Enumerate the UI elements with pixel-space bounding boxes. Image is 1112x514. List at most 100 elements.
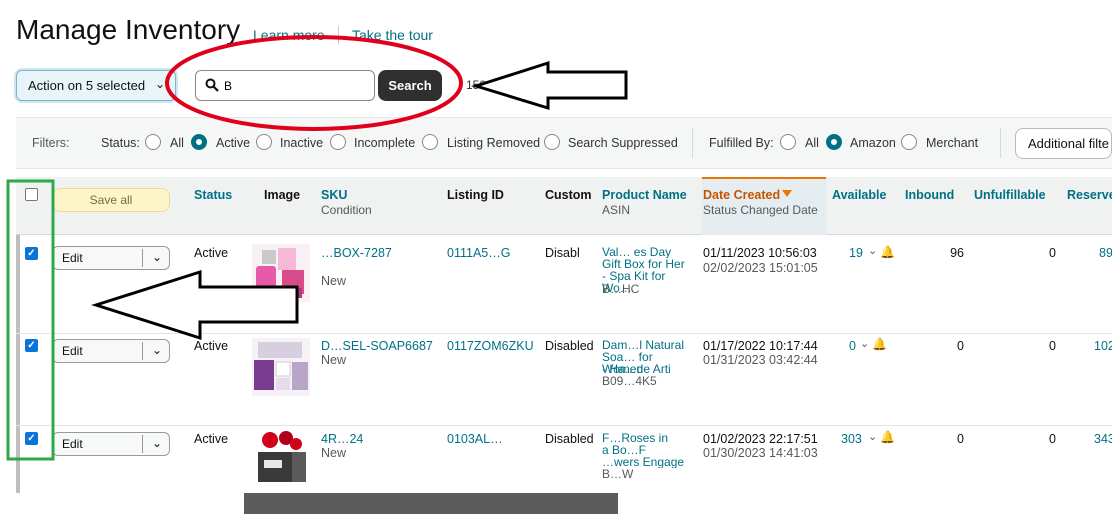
edit-divider (142, 342, 143, 360)
row-date-created: 01/17/2022 10:17:44 (703, 339, 818, 353)
row-divider (16, 333, 1112, 334)
edit-button[interactable]: Edit ⌄ (52, 339, 170, 363)
header-date-created[interactable]: Date Created (703, 188, 780, 202)
row-product-name-line2[interactable]: a Bo…F (602, 444, 694, 456)
status-radio-incomplete[interactable] (330, 134, 346, 150)
row-listing-id[interactable]: 0103AL… (447, 432, 503, 446)
bell-icon: 🔔 (880, 245, 895, 259)
edit-button[interactable]: Edit ⌄ (52, 246, 170, 270)
row-asin: B…W (602, 468, 634, 480)
row-reserved[interactable]: 89 (1099, 246, 1112, 260)
header-sku[interactable]: SKU (321, 188, 347, 202)
row-available[interactable]: 0 (849, 339, 856, 353)
status-option-search-suppressed[interactable]: Search Suppressed (568, 136, 678, 150)
chevron-down-icon[interactable]: ⌄ (152, 250, 162, 264)
row-checkbox[interactable]: ✓ (25, 339, 38, 352)
row-custom: Disabled (545, 432, 594, 446)
header-reserved[interactable]: Reserved (1067, 188, 1112, 202)
search-field[interactable] (195, 70, 375, 101)
status-option-all[interactable]: All (170, 136, 184, 150)
bulk-action-dropdown[interactable]: Action on 5 selected ⌄ (16, 70, 176, 101)
filters-label: Filters: (32, 136, 70, 150)
header-listing-id: Listing ID (447, 188, 504, 202)
filter-divider (1000, 128, 1001, 158)
row-product-name-line1[interactable]: Val… es Day (602, 246, 694, 258)
header-image: Image (264, 188, 301, 202)
row-sku[interactable]: …BOX-7287 (321, 246, 392, 260)
chevron-down-icon[interactable]: ⌄ (868, 244, 877, 257)
row-product-name-line1[interactable]: F…Roses in (602, 432, 694, 444)
row-product-name-line1[interactable]: Dam…l Natural (602, 339, 694, 351)
fulfilled-radio-all[interactable] (780, 134, 796, 150)
header-condition: Condition (321, 203, 372, 217)
row-unfulfillable: 0 (1049, 432, 1056, 446)
product-image[interactable] (252, 430, 310, 488)
status-radio-search-suppressed[interactable] (544, 134, 560, 150)
chevron-down-icon[interactable]: ⌄ (868, 430, 877, 443)
chevron-down-icon[interactable]: ⌄ (152, 343, 162, 357)
chevron-down-icon: ⌄ (154, 77, 165, 91)
fulfilled-option-merchant[interactable]: Merchant (926, 136, 978, 150)
search-button[interactable]: Search (378, 70, 442, 101)
chevron-down-icon[interactable]: ⌄ (152, 436, 162, 450)
filter-divider (692, 128, 693, 158)
bottom-overlay-bar (244, 493, 618, 514)
edit-label: Edit (62, 251, 83, 265)
edit-button[interactable]: Edit ⌄ (52, 432, 170, 456)
status-radio-active[interactable] (191, 134, 207, 150)
search-input[interactable] (224, 78, 284, 93)
save-all-button[interactable]: Save all (52, 188, 170, 212)
take-tour-link[interactable]: Take the tour (352, 27, 433, 43)
row-condition: New (321, 274, 347, 288)
row-sku[interactable]: 4R…24 (321, 432, 363, 446)
status-radio-listing-removed[interactable] (422, 134, 438, 150)
fulfilled-option-all[interactable]: All (805, 136, 819, 150)
bell-icon: 🔔 (880, 430, 895, 444)
product-image[interactable] (252, 244, 310, 302)
row-product-name-line3[interactable]: - Ha…de Arti (602, 363, 694, 375)
additional-filters-button[interactable]: Additional filte (1015, 128, 1112, 159)
fulfilled-option-amazon[interactable]: Amazon (850, 136, 896, 150)
status-option-listing-removed[interactable]: Listing Removed (447, 136, 540, 150)
header-status[interactable]: Status (194, 188, 232, 202)
chevron-down-icon[interactable]: ⌄ (860, 337, 869, 350)
sort-desc-icon[interactable] (782, 190, 792, 197)
learn-more-link[interactable]: Learn more (253, 27, 325, 43)
row-available[interactable]: 303 (841, 432, 862, 446)
row-sku[interactable]: D…SEL-SOAP6687 (321, 339, 433, 353)
row-available[interactable]: 19 (849, 246, 863, 260)
header-inbound[interactable]: Inbound (905, 188, 954, 202)
edit-divider (142, 249, 143, 267)
row-inbound: 0 (957, 432, 964, 446)
select-all-checkbox[interactable] (25, 188, 38, 201)
row-product-name-line2[interactable]: Gift Box for Her (602, 258, 694, 270)
row-inbound: 0 (957, 339, 964, 353)
bulk-action-label: Action on 5 selected (28, 78, 146, 93)
fulfilled-radio-amazon[interactable] (826, 134, 842, 150)
row-date-created: 01/11/2023 10:56:03 (703, 246, 817, 260)
row-reserved[interactable]: 102 (1094, 339, 1112, 353)
row-asin: B…HC (602, 283, 640, 295)
row-product-name-line3[interactable]: …wers Engage (602, 456, 694, 468)
row-date-changed: 02/02/2023 15:01:05 (703, 261, 818, 275)
product-image[interactable] (252, 338, 310, 396)
row-checkbox[interactable]: ✓ (25, 247, 38, 260)
status-option-incomplete[interactable]: Incomplete (354, 136, 415, 150)
status-option-active[interactable]: Active (216, 136, 250, 150)
row-listing-id[interactable]: 0117ZOM6ZKU (447, 339, 534, 353)
row-reserved[interactable]: 343 (1094, 432, 1112, 446)
fulfilled-radio-merchant[interactable] (901, 134, 917, 150)
row-divider (16, 425, 1112, 426)
status-option-inactive[interactable]: Inactive (280, 136, 323, 150)
row-status: Active (194, 339, 229, 353)
status-radio-inactive[interactable] (256, 134, 272, 150)
row-unfulfillable: 0 (1049, 339, 1056, 353)
row-inbound: 96 (950, 246, 964, 260)
status-radio-all[interactable] (145, 134, 161, 150)
row-checkbox[interactable]: ✓ (25, 432, 38, 445)
fulfilled-filter-label: Fulfilled By: (709, 136, 774, 150)
header-unfulfillable[interactable]: Unfulfillable (974, 188, 1046, 202)
header-available[interactable]: Available (832, 188, 886, 202)
row-listing-id[interactable]: 0111A5…G (447, 246, 510, 260)
header-product-name[interactable]: Product Name (602, 188, 687, 202)
